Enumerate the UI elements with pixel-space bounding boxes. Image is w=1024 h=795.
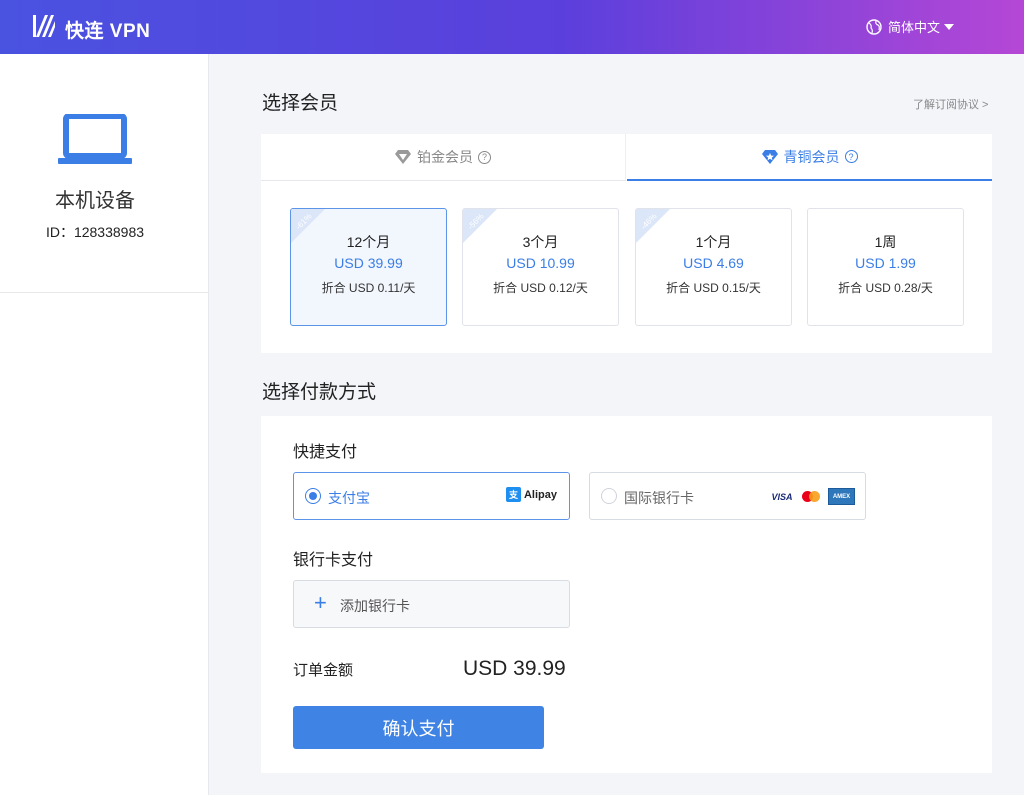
language-selector[interactable]: 简体中文 xyxy=(866,17,955,36)
plan-card-12-months[interactable]: -61% 12个月 USD 39.99 折合 USD 0.11/天 xyxy=(290,208,447,326)
brand-logo-icon xyxy=(33,15,55,37)
international-card-radio[interactable] xyxy=(601,488,617,504)
divider xyxy=(0,292,209,293)
diamond-icon xyxy=(395,150,411,164)
alipay-option[interactable]: 支付宝 支 Alipay xyxy=(293,472,570,520)
language-label: 简体中文 xyxy=(888,20,941,35)
plus-icon: + xyxy=(314,590,327,615)
plan-price: USD 39.99 xyxy=(334,255,403,271)
alipay-logo: 支 Alipay xyxy=(505,487,557,502)
add-bank-card-button[interactable]: + 添加银行卡 xyxy=(293,580,570,628)
order-amount-value: USD 39.99 xyxy=(463,657,566,680)
plan-duration: 1周 xyxy=(874,234,897,250)
plan-per-day: 折合 USD 0.12/天 xyxy=(493,281,588,295)
payment-section-title: 选择付款方式 xyxy=(262,382,377,403)
international-card-label: 国际银行卡 xyxy=(624,490,694,506)
tab-label: 青铜会员 xyxy=(783,148,840,165)
international-card-option[interactable]: 国际银行卡 VISA AMEX xyxy=(589,472,866,520)
alipay-radio[interactable] xyxy=(305,488,321,504)
payment-panel: 快捷支付 支付宝 支 Alipay 国际银行卡 VISA AMEX 银行卡支付 … xyxy=(261,416,992,773)
globe-icon xyxy=(866,18,882,35)
plan-price: USD 4.69 xyxy=(683,255,744,271)
subscription-agreement-link[interactable]: 了解订阅协议 > xyxy=(913,96,988,112)
quick-pay-title: 快捷支付 xyxy=(293,444,358,461)
sidebar: 本机设备 ID：128338983 xyxy=(0,54,209,795)
app-title: 快连 VPN xyxy=(65,21,151,42)
plan-duration: 3个月 xyxy=(522,234,559,250)
top-header: 快连 VPN 简体中文 xyxy=(0,0,1024,54)
plan-per-day: 折合 USD 0.28/天 xyxy=(838,281,933,295)
plan-price: USD 1.99 xyxy=(855,255,916,271)
help-icon[interactable]: ? xyxy=(478,150,491,164)
device-title: 本机设备 xyxy=(55,190,135,212)
alipay-label: 支付宝 xyxy=(328,490,370,506)
plan-per-day: 折合 USD 0.11/天 xyxy=(321,281,416,295)
plan-duration: 1个月 xyxy=(695,234,732,250)
alipay-icon: 支 xyxy=(505,487,521,502)
membership-section-title: 选择会员 xyxy=(262,93,339,114)
tab-label: 铂金会员 xyxy=(417,149,473,165)
plan-card-1-month[interactable]: -46% 1个月 USD 4.69 折合 USD 0.15/天 xyxy=(635,208,792,326)
plan-card-1-week[interactable]: 1周 USD 1.99 折合 USD 0.28/天 xyxy=(807,208,964,326)
diamond-star-icon xyxy=(761,149,778,164)
plan-per-day: 折合 USD 0.15/天 xyxy=(666,281,761,295)
add-bank-card-label: 添加银行卡 xyxy=(340,598,410,614)
bank-card-title: 银行卡支付 xyxy=(293,552,374,569)
order-amount-label: 订单金额 xyxy=(293,662,354,679)
tab-platinum[interactable]: 铂金会员 ? xyxy=(261,134,626,181)
device-id: ID：128338983 xyxy=(45,224,145,240)
membership-panel: 铂金会员 ? 青铜会员 ? -61% 12个月 USD 39.99 折合 USD… xyxy=(261,134,992,353)
tab-bronze[interactable]: 青铜会员 ? xyxy=(627,134,992,181)
amex-icon: AMEX xyxy=(828,488,855,505)
plan-price: USD 10.99 xyxy=(506,255,575,271)
mastercard-icon xyxy=(799,489,823,505)
laptop-icon xyxy=(58,114,132,164)
alipay-brand: Alipay xyxy=(523,488,557,501)
plan-duration: 12个月 xyxy=(346,234,391,250)
visa-icon: VISA xyxy=(771,491,793,502)
card-brand-logos: VISA AMEX xyxy=(770,488,855,505)
help-icon[interactable]: ? xyxy=(844,150,858,163)
plan-card-3-months[interactable]: -56% 3个月 USD 10.99 折合 USD 0.12/天 xyxy=(462,208,619,326)
confirm-payment-button[interactable]: 确认支付 xyxy=(293,706,544,749)
chevron-down-icon xyxy=(944,23,955,30)
